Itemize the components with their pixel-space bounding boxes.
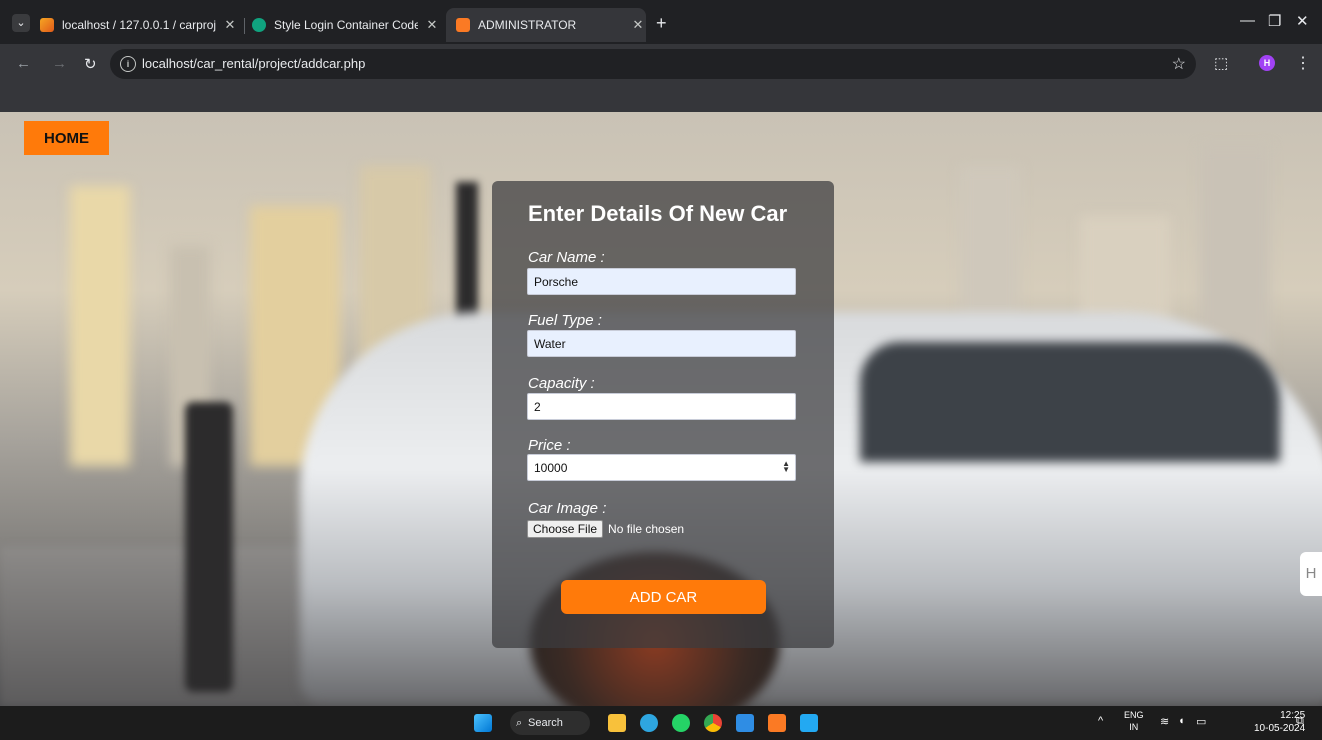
fuel-type-label: Fuel Type :	[528, 312, 602, 329]
windows-start-icon[interactable]	[474, 714, 492, 732]
home-button[interactable]: HOME	[24, 121, 109, 155]
close-icon[interactable]: ✕	[424, 17, 440, 33]
toolbar: ← → ↻ i localhost/car_rental/project/add…	[0, 44, 1322, 84]
new-tab-icon[interactable]: +	[656, 14, 667, 32]
close-icon[interactable]: ✕	[630, 17, 646, 33]
chatgpt-icon	[252, 18, 266, 32]
tab-chatgpt[interactable]: Style Login Container Code ✕	[252, 8, 440, 42]
window-close-icon[interactable]: ✕	[1296, 12, 1309, 30]
xampp-taskbar-icon[interactable]	[768, 714, 786, 732]
reload-icon[interactable]: ↻	[84, 55, 97, 73]
file-status: No file chosen	[608, 522, 685, 536]
tab-title: ADMINISTRATOR	[478, 18, 577, 32]
language-code: ENG	[1124, 710, 1144, 720]
search-icon: ⌕	[516, 717, 523, 729]
url-text[interactable]: localhost/car_rental/project/addcar.php	[142, 56, 365, 71]
notification-icon[interactable]: ⧉	[1296, 715, 1304, 728]
whatsapp-icon[interactable]	[672, 714, 690, 732]
number-spinner-icon[interactable]: ▲ ▼	[782, 460, 790, 474]
car-image-label: Car Image :	[528, 500, 607, 517]
close-icon[interactable]: ✕	[222, 17, 238, 33]
back-arrow-icon[interactable]: ←	[16, 55, 31, 72]
mail-icon[interactable]	[736, 714, 754, 732]
form-title: Enter Details Of New Car	[528, 201, 788, 226]
edge-icon[interactable]	[640, 714, 658, 732]
tab-title: localhost / 127.0.0.1 / carprojec	[62, 18, 216, 32]
bookmark-star-icon[interactable]: ☆	[1172, 54, 1186, 74]
add-car-form: Enter Details Of New Car Car Name : Fuel…	[492, 181, 834, 648]
site-info-icon[interactable]: i	[120, 56, 136, 72]
background-bollard	[185, 402, 233, 692]
background-building	[70, 186, 130, 466]
extensions-icon[interactable]: ⬚	[1214, 54, 1228, 72]
xampp-icon	[456, 18, 470, 32]
tray-overflow-icon[interactable]: ^	[1098, 715, 1103, 727]
add-car-button[interactable]: ADD CAR	[561, 580, 766, 614]
volume-icon[interactable]: ◖	[1178, 715, 1185, 727]
car-name-label: Car Name :	[528, 249, 605, 266]
side-panel-tab[interactable]: H	[1300, 552, 1322, 596]
price-input[interactable]	[527, 454, 796, 481]
wifi-icon[interactable]: ≋	[1160, 715, 1169, 728]
page-viewport: HOME Enter Details Of New Car Car Name :…	[0, 112, 1322, 706]
chrome-icon[interactable]	[704, 714, 722, 732]
file-explorer-icon[interactable]	[608, 714, 626, 732]
tab-divider	[244, 18, 245, 34]
profile-avatar[interactable]: H	[1259, 55, 1275, 71]
tab-phpmyadmin[interactable]: localhost / 127.0.0.1 / carprojec ✕	[40, 8, 238, 42]
menu-kebab-icon[interactable]: ⋮	[1295, 53, 1311, 73]
region-code: IN	[1129, 722, 1139, 732]
bookmark-bar	[0, 84, 1322, 112]
capacity-input[interactable]	[527, 393, 796, 420]
tab-strip: ⌄ localhost / 127.0.0.1 / carprojec ✕ St…	[0, 0, 1322, 44]
search-label: Search	[528, 717, 563, 729]
taskbar: ⌕ Search ^ ENG IN ≋ ◖ ▭ 12:25 10-05-2024…	[0, 706, 1322, 740]
language-indicator[interactable]: ENG IN	[1124, 709, 1144, 733]
tab-search-chevron-icon[interactable]: ⌄	[12, 14, 30, 32]
taskbar-search[interactable]: ⌕ Search	[510, 711, 590, 735]
address-bar[interactable]: i localhost/car_rental/project/addcar.ph…	[110, 49, 1196, 79]
car-image-file-input[interactable]: Choose File No file chosen	[527, 520, 684, 538]
background-car-window	[860, 342, 1280, 462]
fuel-type-input[interactable]	[527, 330, 796, 357]
price-label: Price :	[528, 437, 571, 454]
tab-administrator[interactable]: ADMINISTRATOR ✕	[446, 8, 646, 42]
minimize-icon[interactable]: —	[1240, 12, 1255, 29]
phpmyadmin-icon	[40, 18, 54, 32]
tab-title: Style Login Container Code	[274, 18, 418, 32]
battery-icon[interactable]: ▭	[1196, 715, 1206, 728]
price-field: ▲▼	[492, 454, 834, 482]
restore-icon[interactable]: ❐	[1268, 12, 1281, 30]
choose-file-button[interactable]: Choose File	[527, 520, 604, 538]
capacity-label: Capacity :	[528, 375, 595, 392]
car-name-input[interactable]	[527, 268, 796, 295]
forward-arrow-icon[interactable]: →	[52, 55, 67, 72]
vscode-icon[interactable]	[800, 714, 818, 732]
